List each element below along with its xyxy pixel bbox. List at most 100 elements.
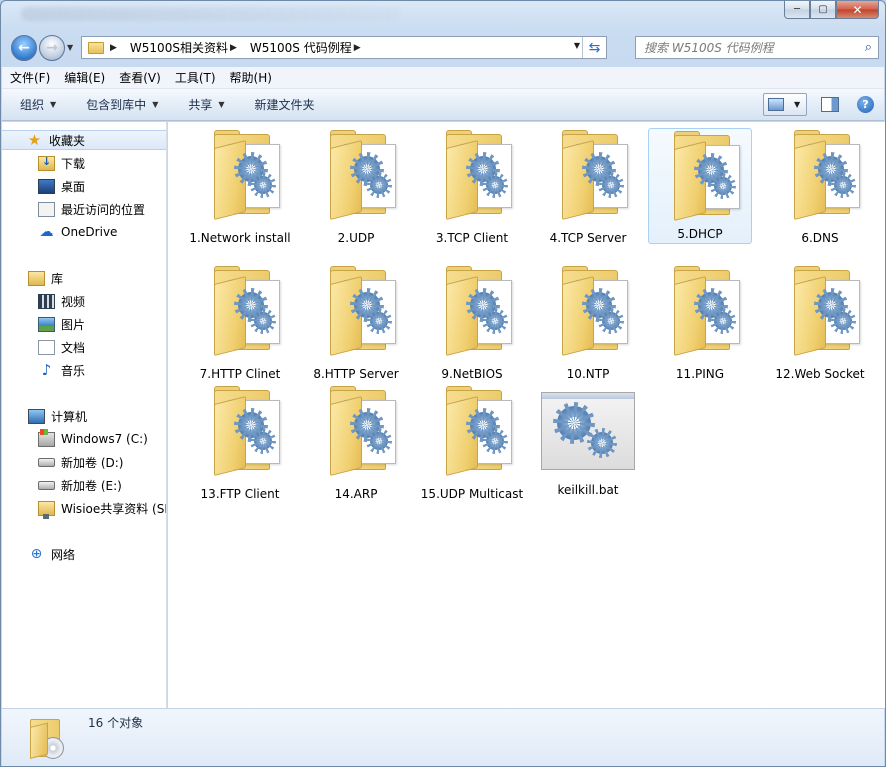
sidebar-item-desktop[interactable]: 桌面 — [38, 176, 85, 196]
sidebar-item-label: 下载 — [61, 156, 86, 171]
sidebar-item-videos[interactable]: 视频 — [38, 291, 85, 311]
preview-pane-button[interactable] — [821, 97, 839, 112]
chevron-right-icon: ▶ — [229, 42, 237, 53]
chevron-right-icon: ▶ — [110, 42, 117, 53]
search-box[interactable]: ⌕ — [635, 36, 879, 59]
menu-tools[interactable]: 工具(T) — [175, 69, 216, 86]
file-name-label: 5.DHCP — [677, 227, 723, 241]
folder-item[interactable]: 12.Web Socket — [768, 264, 872, 383]
caret-down-icon: ▼ — [50, 100, 57, 109]
folder-item[interactable]: 11.PING — [648, 264, 752, 383]
folder-item[interactable]: 9.NetBIOS — [420, 264, 524, 383]
sidebar-item-label: 文档 — [61, 340, 86, 355]
minimize-button[interactable]: ─ — [784, 1, 810, 19]
folder-item[interactable]: 1.Network install — [188, 128, 292, 247]
file-item[interactable]: keilkill.bat — [536, 384, 640, 499]
breadcrumb-item[interactable]: W5100S相关资料 ▶ — [130, 39, 244, 56]
file-name-label: 12.Web Socket — [775, 367, 865, 381]
downloads-folder-icon — [38, 155, 55, 171]
sidebar-item-onedrive[interactable]: ☁ OneDrive — [38, 222, 118, 242]
search-input[interactable] — [644, 40, 854, 55]
settings-folder-icon — [316, 266, 396, 362]
caret-down-icon[interactable]: ▼ — [794, 100, 800, 109]
settings-folder-icon — [432, 130, 512, 226]
sidebar-item-label: 新加卷 (E:) — [61, 478, 122, 493]
arrow-left-icon: ← — [18, 40, 30, 56]
file-name-label: 4.TCP Server — [549, 231, 627, 245]
sidebar-item-network-share[interactable]: Wisioe共享资料 (SM — [38, 498, 167, 519]
computer-icon — [28, 408, 45, 424]
settings-folder-icon — [548, 130, 628, 226]
sidebar-item-libraries[interactable]: 库 — [28, 268, 63, 288]
navigation-row: ← → ▼ ▶ W5100S相关资料▶ W5100S 代码例程▶ ▼ ⇆ ⌕ — [9, 33, 879, 61]
menu-help[interactable]: 帮助(H) — [230, 69, 272, 86]
sidebar-item-drive-e[interactable]: 新加卷 (E:) — [38, 475, 122, 495]
include-in-library-label: 包含到库中 — [86, 98, 147, 112]
folder-item[interactable]: 2.UDP — [304, 128, 408, 247]
folder-item[interactable]: 7.HTTP Clinet — [188, 264, 292, 383]
maximize-button[interactable]: ▢ — [810, 1, 836, 19]
menu-file[interactable]: 文件(F) — [10, 69, 50, 86]
file-name-label: 11.PING — [675, 367, 725, 381]
share-button[interactable]: 共享 ▼ — [188, 96, 224, 113]
back-button[interactable]: ← — [11, 35, 37, 61]
command-bar: 组织 ▼ 包含到库中 ▼ 共享 ▼ 新建文件夹 ▼ ? — [2, 89, 884, 121]
refresh-button[interactable]: ⇆ — [582, 37, 606, 58]
folder-item[interactable]: 5.DHCP — [648, 128, 752, 244]
sidebar-item-computer[interactable]: 计算机 — [28, 406, 87, 426]
recent-pages-dropdown[interactable]: ▼ — [67, 43, 73, 52]
file-name-label: 6.DNS — [801, 231, 839, 245]
settings-folder-icon — [548, 266, 628, 362]
share-label: 共享 — [188, 98, 213, 112]
address-bar[interactable]: ▶ W5100S相关资料 ▶ W5100S 代码例程 ▶ ▼ ⇆ — [81, 36, 607, 59]
folder-item[interactable]: 15.UDP Multicast — [420, 384, 524, 503]
sidebar-item-recent-places[interactable]: 最近访问的位置 — [38, 199, 145, 219]
folder-item[interactable]: 10.NTP — [536, 264, 640, 383]
sidebar-item-drive-c[interactable]: Windows7 (C:) — [38, 428, 148, 449]
folder-item[interactable]: 13.FTP Client — [188, 384, 292, 503]
sidebar-item-downloads[interactable]: 下载 — [38, 153, 85, 173]
change-view-button[interactable]: ▼ — [763, 93, 807, 116]
file-name-label: 10.NTP — [566, 367, 610, 381]
item-count: 16 个对象 — [88, 716, 144, 730]
folder-item[interactable]: 3.TCP Client — [420, 128, 524, 247]
help-button[interactable]: ? — [857, 96, 874, 113]
menu-view[interactable]: 查看(V) — [119, 69, 161, 86]
settings-folder-icon — [316, 386, 396, 482]
help-icon: ? — [862, 98, 869, 111]
folder-item[interactable]: 4.TCP Server — [536, 128, 640, 247]
hard-drive-icon — [38, 480, 55, 490]
sidebar-item-label: 网络 — [51, 547, 76, 562]
refresh-icon: ⇆ — [588, 39, 601, 56]
sidebar-item-network[interactable]: ⊕ 网络 — [28, 544, 75, 564]
sidebar-item-documents[interactable]: 文档 — [38, 337, 85, 357]
breadcrumb-item[interactable]: W5100S 代码例程 ▶ — [250, 39, 368, 56]
include-in-library-button[interactable]: 包含到库中 ▼ — [86, 96, 158, 113]
breadcrumb-root-chevron[interactable]: ▶ — [108, 43, 124, 53]
view-controls: ▼ ? — [763, 93, 874, 116]
sidebar-item-favorites[interactable]: ★ 收藏夹 — [2, 130, 166, 150]
address-dropdown[interactable]: ▼ — [574, 41, 580, 50]
sidebar-item-label: 图片 — [61, 317, 86, 332]
search-icon[interactable]: ⌕ — [865, 40, 872, 55]
sidebar-item-music[interactable]: ♪ 音乐 — [38, 360, 85, 380]
close-button[interactable]: ✕ — [836, 1, 879, 19]
caret-down-icon: ▼ — [152, 100, 159, 109]
star-icon: ★ — [27, 130, 42, 149]
sidebar-item-pictures[interactable]: 图片 — [38, 314, 85, 334]
sidebar-item-label: Wisioe共享资料 (SM — [61, 501, 167, 516]
menu-edit[interactable]: 编辑(E) — [64, 69, 105, 86]
folder-item[interactable]: 14.ARP — [304, 384, 408, 503]
settings-folder-icon — [200, 130, 280, 226]
cloud-icon: ☁ — [39, 223, 54, 240]
new-folder-button[interactable]: 新建文件夹 — [255, 96, 315, 113]
file-name-label: 1.Network install — [189, 231, 291, 245]
sidebar-item-label: 新加卷 (D:) — [61, 455, 124, 470]
folder-item[interactable]: 6.DNS — [768, 128, 872, 247]
folder-item[interactable]: 8.HTTP Server — [304, 264, 408, 383]
folder-icon — [88, 41, 104, 54]
organize-button[interactable]: 组织 ▼ — [20, 96, 56, 113]
sidebar-item-drive-d[interactable]: 新加卷 (D:) — [38, 452, 123, 472]
forward-button[interactable]: → — [39, 35, 65, 61]
chevron-right-icon: ▶ — [353, 42, 361, 53]
